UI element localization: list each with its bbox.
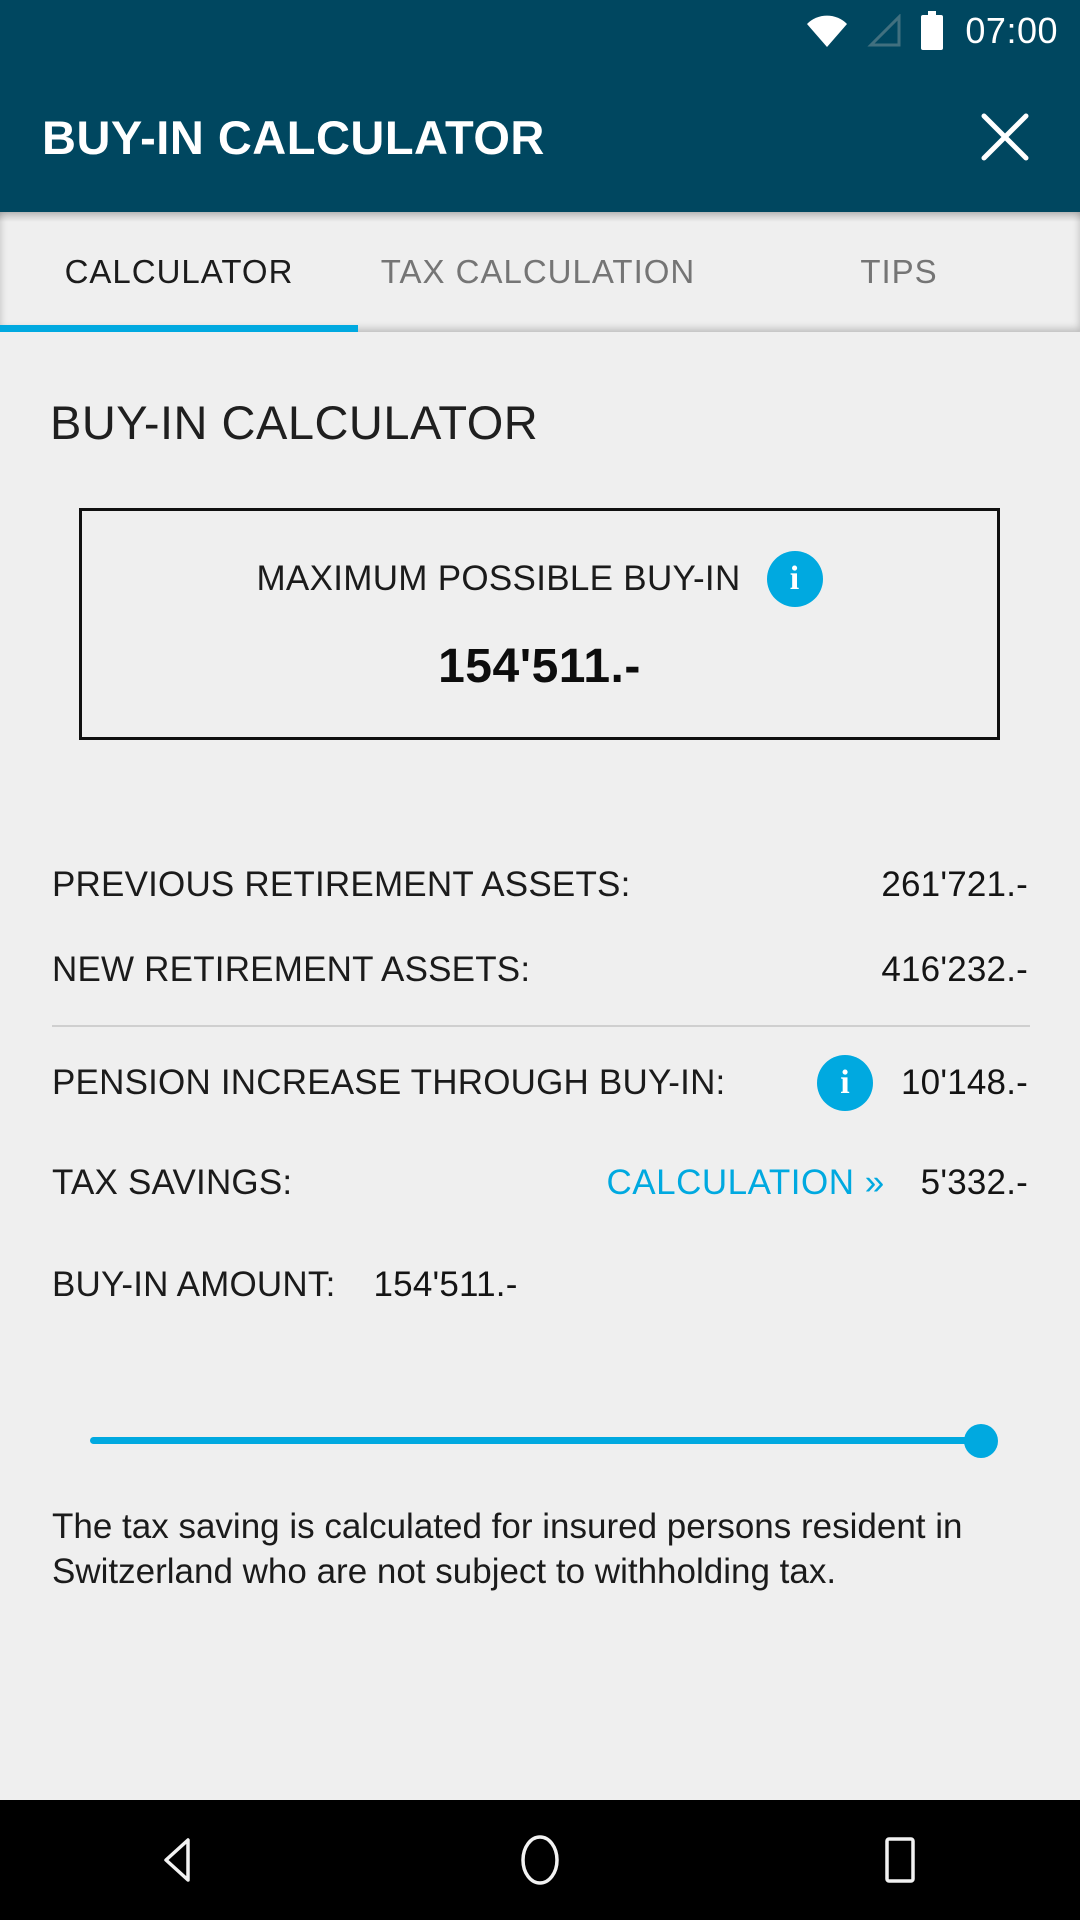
footnote-text: The tax saving is calculated for insured… xyxy=(52,1507,963,1591)
row-value: 154'511.- xyxy=(373,1265,518,1304)
battery-icon xyxy=(919,11,945,51)
row-label: BUY-IN AMOUNT: xyxy=(52,1265,336,1304)
row-value: 5'332.- xyxy=(920,1163,1028,1202)
row-pension-increase: PENSION INCREASE THROUGH BUY-IN: i 10'14… xyxy=(52,1055,1028,1111)
info-icon[interactable]: i xyxy=(817,1055,873,1111)
row-label: PENSION INCREASE THROUGH BUY-IN: xyxy=(52,1063,726,1102)
app-bar-title: BUY-IN CALCULATOR xyxy=(42,110,545,164)
slider-track[interactable] xyxy=(90,1437,990,1444)
row-divider xyxy=(52,1025,1030,1027)
status-bar-clock: 07:00 xyxy=(965,10,1058,51)
tab-tips[interactable]: TIPS xyxy=(718,212,1080,332)
cellular-signal-icon xyxy=(865,14,903,48)
maximum-buy-in-box: MAXIMUM POSSIBLE BUY-IN i 154'511.- xyxy=(79,508,1000,740)
row-buy-in-amount: BUY-IN AMOUNT: 154'511.- xyxy=(52,1257,1028,1313)
slider-thumb[interactable] xyxy=(964,1424,998,1458)
row-label: TAX SAVINGS: xyxy=(52,1163,293,1202)
android-navigation-bar xyxy=(0,1800,1080,1920)
row-new-retirement-assets: NEW RETIREMENT ASSETS: 416'232.- xyxy=(52,942,1028,998)
home-circle-icon[interactable] xyxy=(460,1800,620,1920)
back-triangle-icon[interactable] xyxy=(100,1800,260,1920)
row-value: 261'721.- xyxy=(881,865,1028,904)
app-screen: 07:00 BUY-IN CALCULATOR CALCULATOR TAX C… xyxy=(0,0,1080,1920)
app-bar: BUY-IN CALCULATOR xyxy=(0,62,1080,212)
row-label: NEW RETIREMENT ASSETS: xyxy=(52,950,531,989)
row-tax-savings: TAX SAVINGS: CALCULATION » 5'332.- xyxy=(52,1155,1028,1211)
tab-bar: CALCULATOR TAX CALCULATION TIPS xyxy=(0,212,1080,332)
status-bar: 07:00 xyxy=(0,0,1080,62)
row-value: 10'148.- xyxy=(901,1063,1028,1102)
wifi-icon xyxy=(805,14,849,48)
row-value: 416'232.- xyxy=(881,950,1028,989)
row-label: PREVIOUS RETIREMENT ASSETS: xyxy=(52,865,631,904)
buy-in-amount-slider[interactable] xyxy=(90,1410,998,1470)
page-title: BUY-IN CALCULATOR xyxy=(50,396,539,449)
maximum-buy-in-label: MAXIMUM POSSIBLE BUY-IN xyxy=(256,559,741,598)
maximum-buy-in-header: MAXIMUM POSSIBLE BUY-IN i xyxy=(82,551,997,607)
row-previous-retirement-assets: PREVIOUS RETIREMENT ASSETS: 261'721.- xyxy=(52,857,1028,913)
recents-square-icon[interactable] xyxy=(820,1800,980,1920)
tab-tax-calculation[interactable]: TAX CALCULATION xyxy=(358,212,718,332)
tab-active-indicator xyxy=(0,325,358,332)
tab-calculator[interactable]: CALCULATOR xyxy=(0,212,358,332)
info-icon[interactable]: i xyxy=(766,551,823,607)
calculation-link[interactable]: CALCULATION » xyxy=(607,1163,885,1203)
close-icon[interactable] xyxy=(960,92,1050,182)
maximum-buy-in-value: 154'511.- xyxy=(438,640,641,693)
